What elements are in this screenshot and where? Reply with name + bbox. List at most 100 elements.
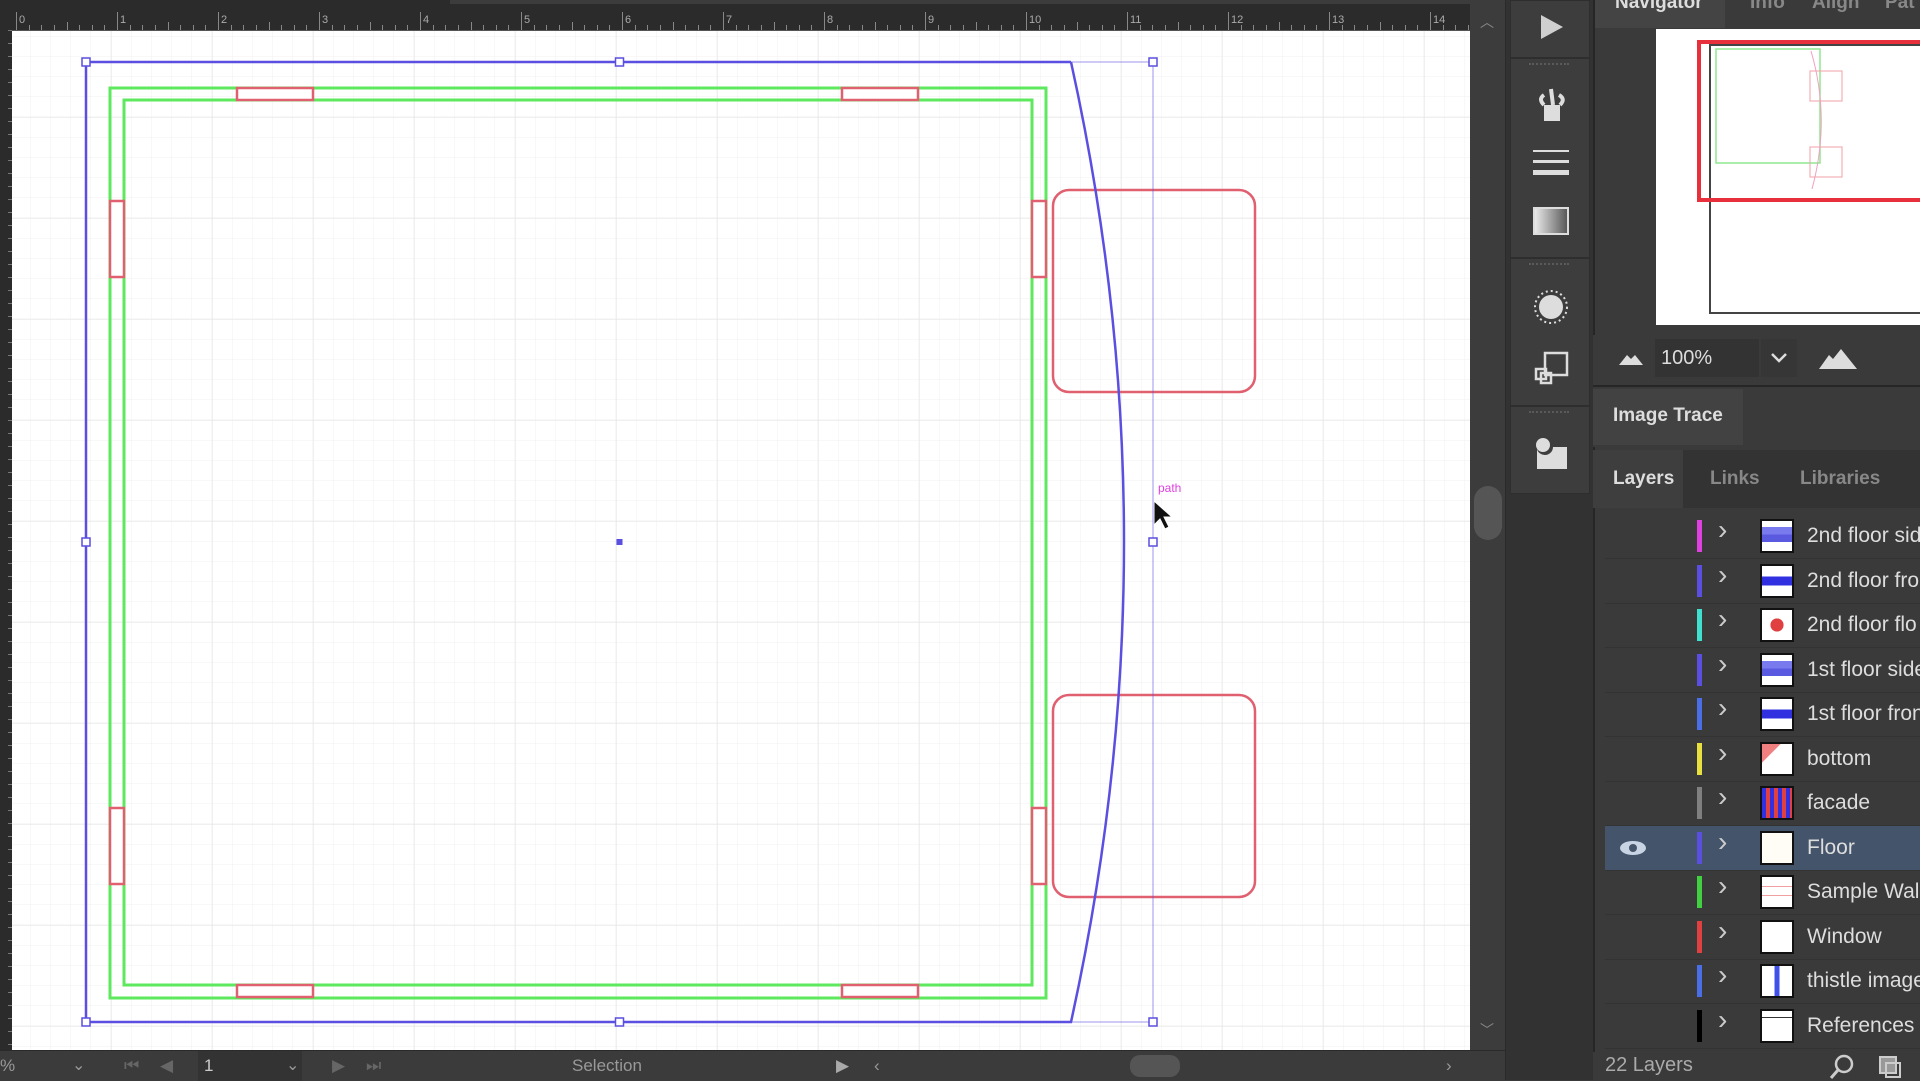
- layer-count: 22 Layers: [1605, 1054, 1693, 1076]
- ruler-label: 4: [423, 14, 430, 26]
- navigator-preview[interactable]: [1656, 29, 1920, 325]
- layer-visibility-toggle[interactable]: [1605, 826, 1685, 870]
- status-menu-arrow-icon[interactable]: ▶: [836, 1051, 849, 1081]
- layer-row[interactable]: › 1st floor fron: [1605, 692, 1920, 737]
- tab-image-trace[interactable]: Image Trace: [1613, 405, 1723, 427]
- layer-name[interactable]: thistle image: [1807, 969, 1920, 993]
- navigator-zoom-field[interactable]: 100%: [1655, 339, 1759, 377]
- expand-chevron-icon[interactable]: ›: [1718, 826, 1727, 858]
- tab-pathfinder[interactable]: Pat: [1885, 0, 1915, 14]
- tab-layers[interactable]: Layers: [1613, 468, 1674, 490]
- layer-name[interactable]: References: [1807, 1014, 1914, 1038]
- layer-name[interactable]: 1st floor side: [1807, 658, 1920, 682]
- layer-name[interactable]: 2nd floor fro: [1807, 569, 1919, 593]
- ruler-minor-tick: [1000, 25, 1002, 30]
- layer-row[interactable]: › 2nd floor sid: [1605, 514, 1920, 559]
- transform-icon[interactable]: [1533, 349, 1569, 385]
- horizontal-scroll-thumb[interactable]: [1130, 1055, 1180, 1077]
- expand-chevron-icon[interactable]: ›: [1718, 603, 1727, 635]
- ruler-minor-tick: [91, 25, 93, 30]
- scroll-down-icon[interactable]: ﹀: [1480, 1020, 1494, 1040]
- layer-name[interactable]: 2nd floor sid: [1807, 524, 1920, 548]
- tab-align[interactable]: Align: [1812, 0, 1860, 14]
- layer-row[interactable]: › Floor: [1605, 825, 1920, 871]
- layer-name[interactable]: Window: [1807, 925, 1882, 949]
- expand-chevron-icon[interactable]: ›: [1718, 648, 1727, 680]
- layer-row[interactable]: › thistle image: [1605, 959, 1920, 1004]
- layer-row[interactable]: › 1st floor side: [1605, 648, 1920, 693]
- scroll-up-icon[interactable]: ︿: [1480, 12, 1494, 32]
- expand-chevron-icon[interactable]: ›: [1718, 915, 1727, 947]
- ruler-minor-tick: [205, 25, 207, 30]
- zoom-in-mountain-icon[interactable]: [1819, 347, 1857, 369]
- first-artboard-icon[interactable]: ⏮: [124, 1051, 139, 1081]
- locate-object-search-icon[interactable]: [1829, 1054, 1855, 1080]
- play-icon[interactable]: [1533, 9, 1569, 45]
- artboard-dropdown-chevron-icon[interactable]: ⌄: [286, 1051, 299, 1081]
- previous-artboard-icon[interactable]: ◀: [160, 1051, 173, 1081]
- ruler-minor-tick: [773, 22, 775, 30]
- layer-name[interactable]: Sample Wall: [1807, 880, 1920, 904]
- layer-row[interactable]: › bottom: [1605, 737, 1920, 782]
- ruler-minor-tick: [382, 25, 384, 30]
- layer-visibility-toggle[interactable]: [1605, 915, 1685, 959]
- expand-chevron-icon[interactable]: ›: [1718, 959, 1727, 991]
- layer-row[interactable]: › facade: [1605, 781, 1920, 826]
- ruler-minor-tick: [1392, 25, 1394, 30]
- expand-chevron-icon[interactable]: ›: [1718, 1004, 1727, 1036]
- expand-chevron-icon[interactable]: ›: [1718, 870, 1727, 902]
- layer-row[interactable]: › Window: [1605, 915, 1920, 960]
- appearance-icon[interactable]: [1533, 289, 1569, 325]
- layer-visibility-toggle[interactable]: [1605, 648, 1685, 692]
- layer-row[interactable]: › Sample Wall: [1605, 870, 1920, 915]
- brush-bucket-icon[interactable]: [1533, 87, 1569, 123]
- tab-libraries[interactable]: Libraries: [1800, 468, 1880, 490]
- layer-row[interactable]: › References: [1605, 1004, 1920, 1049]
- symbol-icon[interactable]: [1533, 435, 1569, 471]
- expand-chevron-icon[interactable]: ›: [1718, 692, 1727, 724]
- ruler-minor-tick: [659, 25, 661, 30]
- layer-color-swatch: [1697, 564, 1702, 597]
- artboard-canvas[interactable]: path: [12, 31, 1470, 1050]
- layer-name[interactable]: 2nd floor flo: [1807, 613, 1917, 637]
- layer-name[interactable]: Floor: [1807, 836, 1855, 860]
- zoom-dropdown-chevron-icon[interactable]: ⌄: [72, 1051, 85, 1081]
- layer-visibility-toggle[interactable]: [1605, 1004, 1685, 1048]
- expand-chevron-icon[interactable]: ›: [1718, 781, 1727, 813]
- make-clipping-mask-icon[interactable]: [1879, 1056, 1903, 1078]
- layer-visibility-toggle[interactable]: [1605, 603, 1685, 647]
- scroll-left-icon[interactable]: ‹: [874, 1051, 880, 1081]
- layer-visibility-toggle[interactable]: [1605, 870, 1685, 914]
- scroll-right-icon[interactable]: ›: [1446, 1051, 1452, 1081]
- layer-visibility-toggle[interactable]: [1605, 959, 1685, 1003]
- ruler-minor-tick: [255, 25, 257, 30]
- gradient-icon[interactable]: [1533, 203, 1569, 239]
- vertical-scroll-thumb[interactable]: [1474, 486, 1502, 540]
- zoom-out-mountain-icon[interactable]: [1619, 351, 1643, 365]
- stroke-lines-icon[interactable]: [1533, 145, 1569, 181]
- layer-name[interactable]: bottom: [1807, 747, 1871, 771]
- layer-visibility-toggle[interactable]: [1605, 692, 1685, 736]
- tab-links[interactable]: Links: [1710, 468, 1760, 490]
- next-artboard-icon[interactable]: ▶: [332, 1051, 345, 1081]
- navigator-zoom-value[interactable]: 100%: [1661, 347, 1712, 370]
- tab-info[interactable]: Info: [1750, 0, 1785, 14]
- artwork: path: [12, 31, 1470, 1050]
- ruler-minor-tick: [672, 22, 674, 30]
- layer-visibility-toggle[interactable]: [1605, 559, 1685, 603]
- last-artboard-icon[interactable]: ⏭: [366, 1051, 381, 1081]
- layer-visibility-toggle[interactable]: [1605, 514, 1685, 558]
- navigator-zoom-dropdown[interactable]: [1761, 339, 1797, 377]
- ruler-minor-tick: [1303, 25, 1305, 30]
- layer-visibility-toggle[interactable]: [1605, 737, 1685, 781]
- layer-row[interactable]: › 2nd floor flo: [1605, 603, 1920, 648]
- zoom-level-field[interactable]: %: [0, 1051, 15, 1081]
- layer-row[interactable]: › 2nd floor fro: [1605, 559, 1920, 604]
- expand-chevron-icon[interactable]: ›: [1718, 737, 1727, 769]
- expand-chevron-icon[interactable]: ›: [1718, 514, 1727, 546]
- expand-chevron-icon[interactable]: ›: [1718, 559, 1727, 591]
- layer-visibility-toggle[interactable]: [1605, 781, 1685, 825]
- layer-name[interactable]: facade: [1807, 791, 1870, 815]
- layer-name[interactable]: 1st floor fron: [1807, 702, 1920, 726]
- tab-navigator[interactable]: Navigator: [1615, 0, 1703, 14]
